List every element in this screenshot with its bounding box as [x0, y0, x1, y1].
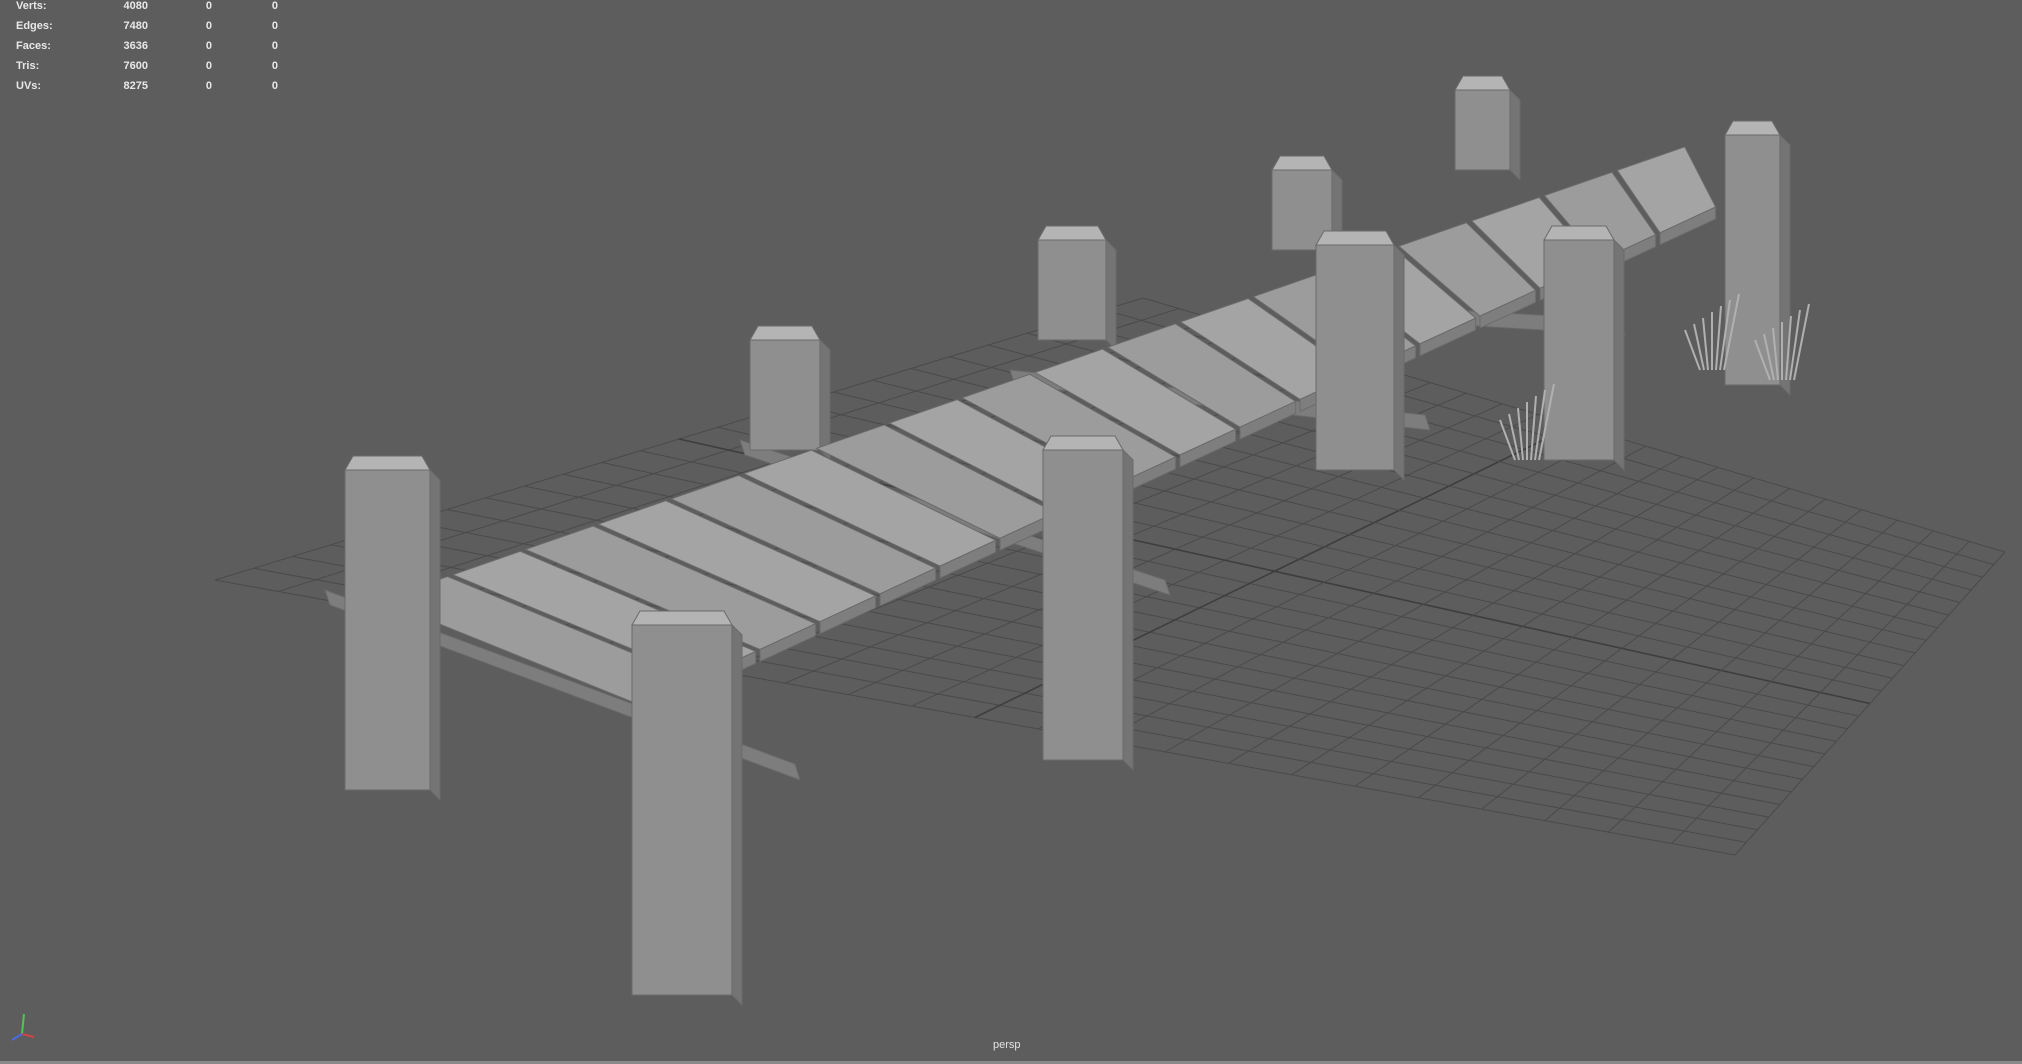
camera-name-label: persp [993, 1039, 1021, 1051]
back-post [749, 339, 821, 451]
hud-row-uvs: UVs: 8275 0 0 [16, 80, 278, 92]
back-post-side [819, 338, 831, 462]
front-post-top [1724, 120, 1781, 136]
front-post [344, 469, 431, 791]
back-post-top [1271, 155, 1333, 171]
grid-line-v [1607, 530, 1934, 833]
grass-tuft [1693, 323, 1705, 371]
grid-line-v [1291, 477, 1754, 776]
back-post-top [1454, 75, 1511, 91]
front-post [1042, 449, 1124, 761]
scene-canvas[interactable] [0, 0, 2022, 1064]
back-post [1454, 89, 1511, 171]
front-post-top [344, 455, 431, 471]
front-post-top [1315, 230, 1395, 246]
front-post-top [631, 610, 733, 626]
grid-line-v [1228, 466, 1718, 764]
grid-line-v [1734, 551, 2006, 856]
front-post [1543, 239, 1615, 461]
grass-tuft [1715, 305, 1722, 371]
hud-row-edges: Edges: 7480 0 0 [16, 20, 278, 32]
front-post-top [1042, 435, 1124, 451]
front-post [1724, 134, 1781, 386]
axis-triad-icon [11, 1013, 35, 1041]
hud-row-verts: Verts: 4080 0 0 [16, 0, 278, 12]
back-post-top [749, 325, 821, 341]
grid-line-v [1101, 445, 1647, 741]
back-post-top [1037, 225, 1107, 241]
3d-viewport[interactable]: Verts: 4080 0 0 Edges: 7480 0 0 Faces: 3… [0, 0, 2022, 1064]
front-post [631, 624, 733, 996]
front-post-side [1613, 238, 1625, 472]
front-post-side [1393, 243, 1405, 482]
grass-tuft [1684, 329, 1701, 371]
hud-row-faces: Faces: 3636 0 0 [16, 40, 278, 52]
grass-tuft [1702, 317, 1709, 371]
back-post [1037, 239, 1107, 341]
grass-tuft [1508, 413, 1520, 461]
front-post-side [1122, 448, 1134, 772]
pier-model[interactable] [324, 75, 1810, 1007]
grass-tuft [1530, 395, 1537, 461]
front-post-side [429, 468, 441, 802]
front-post-side [731, 623, 743, 1007]
back-post-side [1105, 238, 1117, 352]
back-post-side [1509, 88, 1521, 182]
front-post [1315, 244, 1395, 471]
grid-line-v [1671, 541, 1970, 844]
hud-row-tris: Tris: 7600 0 0 [16, 60, 278, 72]
grid-line-v [1544, 519, 1898, 822]
poly-count-hud: Verts: 4080 0 0 Edges: 7480 0 0 Faces: 3… [16, 0, 278, 100]
grid-line-v [1164, 456, 1682, 753]
front-post-top [1543, 225, 1615, 241]
